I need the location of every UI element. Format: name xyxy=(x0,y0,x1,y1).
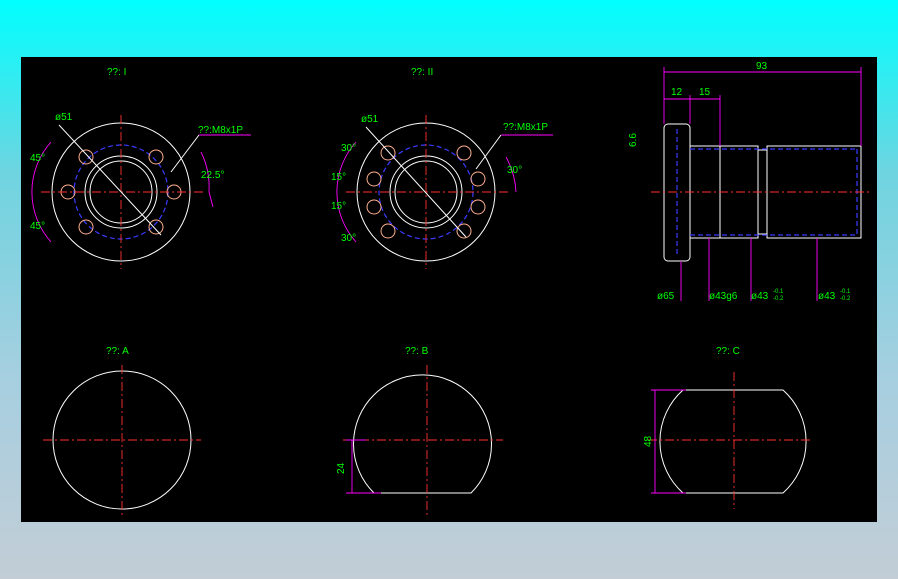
bolt-hole xyxy=(366,199,382,215)
bolt-hole xyxy=(148,149,164,165)
bolt-hole xyxy=(456,223,472,239)
cad-drawing: ??: I ø51 ??:M8x1P 45° 45° 22.5° ??: II xyxy=(30,61,871,517)
section-b: ??: B 24 xyxy=(336,346,503,517)
side-step-w: 15 xyxy=(699,87,711,98)
bolt-hole xyxy=(78,149,94,165)
bolt-hole xyxy=(366,171,382,187)
view-2-angle-b: 15° xyxy=(331,172,346,183)
view-1-angle-right: 22.5° xyxy=(201,170,224,181)
side-d2: ø43g6 xyxy=(709,291,738,302)
view-1-thread: ??:M8x1P xyxy=(198,125,243,136)
side-flange-t: 6.6 xyxy=(628,133,639,147)
flange-view-2: ??: II ø51 ??:M8x1P 30° 15° 15° 30° 30° xyxy=(331,67,553,269)
view-1-pitch-dia: ø51 xyxy=(55,112,73,123)
side-overall: 93 xyxy=(756,61,768,72)
view-1-angle-bottom: 45° xyxy=(30,221,45,232)
svg-text:-0.1: -0.1 xyxy=(773,289,784,295)
section-c: ??: C 48 xyxy=(643,346,811,509)
section-b-dim: 24 xyxy=(336,462,347,474)
svg-text:-0.1: -0.1 xyxy=(840,289,851,295)
section-b-caption: ??: B xyxy=(405,346,429,357)
view-2-pitch-dia: ø51 xyxy=(361,114,379,125)
bolt-hole xyxy=(456,145,472,161)
side-d3: ø43 xyxy=(751,291,769,302)
section-c-caption: ??: C xyxy=(716,346,740,357)
svg-text:-0.2: -0.2 xyxy=(773,296,784,302)
bolt-hole xyxy=(470,199,486,215)
view-2-thread: ??:M8x1P xyxy=(503,122,548,133)
bolt-hole xyxy=(78,219,94,235)
view-2-caption: ??: II xyxy=(411,67,433,78)
side-flange-w: 12 xyxy=(671,87,683,98)
section-a: ??: A xyxy=(43,346,201,517)
view-2-angle-d: 30° xyxy=(341,233,356,244)
bolt-hole xyxy=(380,145,396,161)
side-d1: ø65 xyxy=(657,291,675,302)
section-a-caption: ??: A xyxy=(106,346,129,357)
bolt-hole xyxy=(148,219,164,235)
view-1-caption: ??: I xyxy=(107,67,126,78)
view-2-angle-c: 15° xyxy=(331,201,346,212)
side-d4: ø43 xyxy=(818,291,836,302)
side-view: 93 12 15 6.6 ø65 ø43g6 ø43 -0.1 -0.2 ø43… xyxy=(628,61,871,302)
svg-text:-0.2: -0.2 xyxy=(840,296,851,302)
section-c-dim: 48 xyxy=(643,435,654,447)
drawing-canvas[interactable]: ??: I ø51 ??:M8x1P 45° 45° 22.5° ??: II xyxy=(21,57,877,522)
bolt-hole xyxy=(470,171,486,187)
view-1-angle-top: 45° xyxy=(30,153,45,164)
bolt-hole xyxy=(380,223,396,239)
flange-view-1: ??: I ø51 ??:M8x1P 45° 45° 22.5° xyxy=(30,67,251,269)
view-2-angle-a: 30° xyxy=(341,143,356,154)
view-2-angle-right: 30° xyxy=(507,165,522,176)
